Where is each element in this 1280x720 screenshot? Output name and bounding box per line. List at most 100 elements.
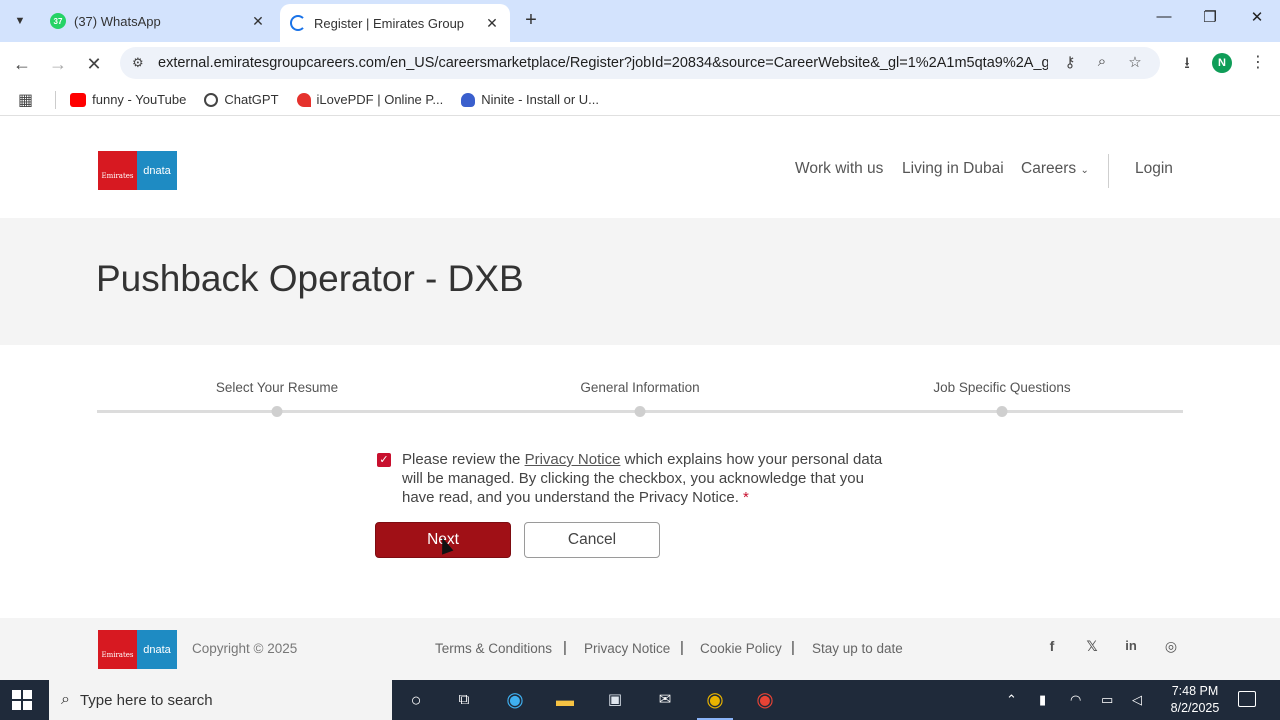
web-page: Emirates dnata Work with us Living in Du… xyxy=(0,122,1280,680)
download-icon[interactable]: ⭳ xyxy=(1175,52,1199,76)
site-footer: Emirates dnata Copyright © 2025 Terms & … xyxy=(0,618,1280,680)
bookmark-chatgpt[interactable]: ChatGPT xyxy=(204,92,279,107)
back-arrow-icon[interactable]: ← xyxy=(8,50,36,78)
search-icon: ⌕ xyxy=(61,691,70,708)
step-dot xyxy=(271,406,283,417)
bookmark-ilovepdf[interactable]: iLovePDF | Online P... xyxy=(296,92,444,107)
job-title-banner: Pushback Operator - DXB xyxy=(0,218,1280,345)
site-header: Emirates dnata Work with us Living in Du… xyxy=(0,122,1280,218)
store-icon[interactable]: ▣ xyxy=(601,687,629,713)
privacy-consent-text: Please review the Privacy Notice which e… xyxy=(402,450,897,507)
restore-icon[interactable]: ❐ xyxy=(1187,8,1233,34)
bookmark-label: funny - YouTube xyxy=(92,92,187,107)
job-title: Pushback Operator - DXB xyxy=(96,258,524,299)
password-key-icon[interactable]: ⚷ xyxy=(1060,53,1080,73)
taskbar-search-input[interactable]: ⌕ Type here to search xyxy=(49,680,392,720)
footer-link-privacy[interactable]: Privacy Notice xyxy=(584,641,670,656)
clock-date: 8/2/2025 xyxy=(1170,701,1220,715)
microphone-icon[interactable]: ▮ xyxy=(1039,692,1046,708)
bookmark-ninite[interactable]: Ninite - Install or U... xyxy=(461,92,599,107)
nav-careers[interactable]: Careers ⌄ xyxy=(1021,160,1089,178)
zoom-icon[interactable]: ⌕ xyxy=(1092,53,1112,73)
edge-icon[interactable]: ◉ xyxy=(501,687,529,713)
ilovepdf-icon xyxy=(296,92,311,107)
cortana-icon[interactable]: ○ xyxy=(402,687,430,713)
task-view-icon[interactable]: ⧉ xyxy=(450,687,478,713)
footer-separator: | xyxy=(563,639,567,656)
bookmark-label: Ninite - Install or U... xyxy=(481,92,599,107)
footer-link-terms[interactable]: Terms & Conditions xyxy=(435,641,552,656)
privacy-consent-checkbox[interactable]: ✓ xyxy=(377,453,391,467)
consent-text-start: Please review the xyxy=(402,451,525,468)
copyright-text: Copyright © 2025 xyxy=(192,641,298,656)
wifi-icon[interactable]: ◠ xyxy=(1070,692,1081,708)
loading-spinner-icon xyxy=(290,15,306,31)
forward-arrow-icon[interactable]: → xyxy=(44,50,72,78)
dnata-logo: dnata xyxy=(137,630,177,669)
chrome-icon[interactable]: ◉ xyxy=(697,687,733,720)
tab-whatsapp[interactable]: 37 (37) WhatsApp ✕ xyxy=(40,4,276,38)
system-clock[interactable]: 7:48 PM 8/2/2025 xyxy=(1160,683,1230,717)
dnata-logo: dnata xyxy=(137,151,177,190)
browser-tab-strip: ▼ 37 (37) WhatsApp ✕ Register | Emirates… xyxy=(0,0,1280,42)
cancel-button[interactable]: Cancel xyxy=(524,522,660,558)
bookmark-youtube[interactable]: funny - YouTube xyxy=(70,92,186,107)
browser-menu-icon[interactable]: ⋮ xyxy=(1246,52,1270,76)
close-window-icon[interactable]: ✕ xyxy=(1234,8,1280,34)
step-label-resume: Select Your Resume xyxy=(215,380,339,395)
windows-start-icon[interactable] xyxy=(12,690,32,710)
step-label-general: General Information xyxy=(580,380,700,395)
nav-work-with-us[interactable]: Work with us xyxy=(795,160,883,178)
ninite-icon xyxy=(461,92,476,107)
tab-register-emirates[interactable]: Register | Emirates Group ✕ xyxy=(280,4,510,42)
stop-loading-icon[interactable]: ✕ xyxy=(80,50,108,78)
footer-logo[interactable]: Emirates dnata xyxy=(98,630,177,669)
bookmarks-bar: ▦ funny - YouTube ChatGPT iLovePDF | Onl… xyxy=(0,84,1280,116)
chevron-down-icon: ⌄ xyxy=(1080,165,1089,176)
profile-avatar[interactable]: N xyxy=(1212,53,1232,73)
linkedin-icon[interactable]: in xyxy=(1121,638,1141,658)
address-bar[interactable]: ⚙ external.emiratesgroupcareers.com/en_U… xyxy=(120,47,1160,79)
apps-grid-icon[interactable]: ▦ xyxy=(18,90,33,110)
step-dot xyxy=(634,406,646,417)
whatsapp-icon: 37 xyxy=(50,13,66,29)
bookmark-label: iLovePDF | Online P... xyxy=(316,92,444,107)
bookmark-star-icon[interactable]: ☆ xyxy=(1125,53,1145,73)
battery-icon[interactable]: ▭ xyxy=(1101,692,1113,708)
file-explorer-icon[interactable]: ▬ xyxy=(551,687,579,713)
emirates-dnata-logo[interactable]: Emirates dnata xyxy=(98,151,177,190)
minimize-icon[interactable]: — xyxy=(1141,8,1187,34)
nav-living-in-dubai[interactable]: Living in Dubai xyxy=(902,160,1004,178)
new-tab-icon[interactable]: + xyxy=(518,8,544,34)
nav-careers-label: Careers xyxy=(1021,160,1077,177)
tab-title: (37) WhatsApp xyxy=(74,13,161,29)
footer-link-cookie[interactable]: Cookie Policy xyxy=(700,641,782,656)
chatgpt-icon xyxy=(204,92,219,107)
instagram-icon[interactable]: ◎ xyxy=(1161,638,1181,658)
show-hidden-icons[interactable]: ⌃ xyxy=(1006,692,1017,708)
site-info-icon[interactable]: ⚙ xyxy=(132,55,150,71)
chrome-profile-icon[interactable]: ◉ xyxy=(751,687,779,713)
nav-login[interactable]: Login xyxy=(1135,160,1173,178)
mail-icon[interactable]: ✉ xyxy=(651,687,679,713)
x-icon[interactable]: 𝕏 xyxy=(1082,638,1102,658)
required-asterisk: * xyxy=(743,489,749,506)
url-text[interactable]: external.emiratesgroupcareers.com/en_US/… xyxy=(158,55,1048,71)
footer-link-stay-up-to-date[interactable]: Stay up to date xyxy=(812,641,903,656)
application-stepper: Select Your Resume General Information J… xyxy=(97,380,1183,420)
tab-search-chevron-icon[interactable]: ▼ xyxy=(6,8,34,34)
volume-icon[interactable]: ◁ xyxy=(1132,692,1142,708)
step-dot xyxy=(996,406,1008,417)
close-tab-icon[interactable]: ✕ xyxy=(484,15,500,32)
footer-separator: | xyxy=(680,639,684,656)
emirates-logo: Emirates xyxy=(98,151,137,190)
footer-separator: | xyxy=(791,639,795,656)
notifications-icon[interactable] xyxy=(1238,691,1256,707)
facebook-icon[interactable]: f xyxy=(1042,638,1062,658)
close-tab-icon[interactable]: ✕ xyxy=(250,13,266,30)
taskbar-search-placeholder: Type here to search xyxy=(79,691,213,709)
privacy-notice-link[interactable]: Privacy Notice xyxy=(525,451,621,468)
nav-divider xyxy=(1108,154,1109,188)
bookmark-divider xyxy=(55,90,57,109)
browser-toolbar: ← → ✕ ⚙ external.emiratesgroupcareers.co… xyxy=(0,42,1280,84)
